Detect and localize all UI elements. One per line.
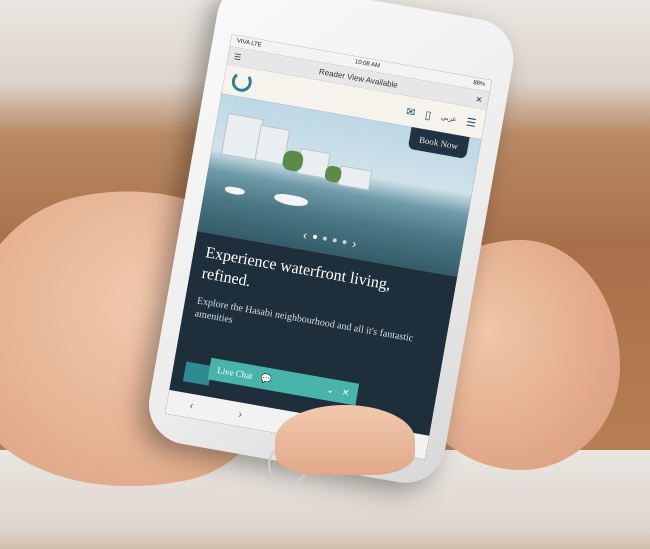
logo[interactable] xyxy=(230,70,254,94)
back-icon[interactable]: ‹ xyxy=(189,400,195,412)
live-chat-spacer xyxy=(279,381,318,388)
carousel-dot[interactable] xyxy=(312,234,318,240)
carousel-dot[interactable] xyxy=(322,236,328,241)
carousel-dot[interactable] xyxy=(342,239,347,245)
phone-screen: VIVA LTE 10:08 AM 88% ☰ Reader View Avai… xyxy=(165,34,492,460)
close-icon[interactable]: ✕ xyxy=(475,94,483,104)
close-icon[interactable]: ✕ xyxy=(341,386,350,398)
carousel-dot[interactable] xyxy=(332,238,338,243)
email-icon[interactable]: ✉ xyxy=(405,104,416,118)
battery-label: 88% xyxy=(472,80,486,89)
chevron-down-icon[interactable]: ⌄ xyxy=(326,384,335,396)
chevron-right-icon[interactable]: › xyxy=(351,237,357,251)
menu-icon[interactable]: ☰ xyxy=(465,115,477,130)
phone-icon[interactable]: ▯ xyxy=(424,108,432,122)
thumb xyxy=(275,405,415,475)
photo-scene: VIVA LTE 10:08 AM 88% ☰ Reader View Avai… xyxy=(0,0,650,522)
boat xyxy=(224,185,246,196)
chevron-left-icon[interactable]: ‹ xyxy=(302,228,308,242)
building xyxy=(337,165,373,191)
forward-icon[interactable]: › xyxy=(237,408,243,420)
live-chat-label: Live Chat xyxy=(216,365,254,382)
language-toggle[interactable]: عربي xyxy=(440,113,457,124)
boat xyxy=(273,192,309,209)
reader-view-icon[interactable]: ☰ xyxy=(233,52,242,62)
chat-bubble-icon[interactable]: 💬 xyxy=(260,372,273,385)
live-chat-widget[interactable]: Live Chat 💬 ⌄ ✕ xyxy=(207,357,360,406)
